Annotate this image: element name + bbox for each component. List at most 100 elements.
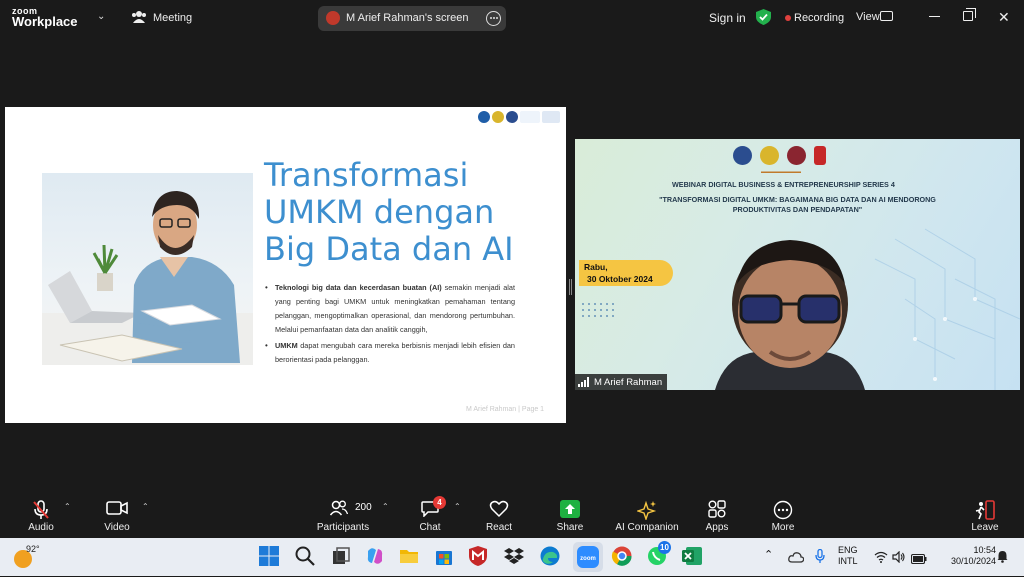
bullet-item: • Teknologi big data dan kecerdasan buat… (265, 281, 515, 337)
task-view-icon[interactable] (330, 545, 354, 569)
heart-icon (489, 500, 509, 518)
clock[interactable]: 10:54 30/10/2024 (940, 545, 996, 567)
more-dots-icon (773, 500, 793, 520)
telkom-logo (814, 146, 826, 165)
excel-icon[interactable] (681, 545, 705, 569)
bullet-text: UMKM dapat mengubah cara mereka berbisni… (275, 341, 515, 364)
react-button[interactable]: React (478, 490, 520, 538)
minimize-icon[interactable] (929, 16, 940, 18)
react-label: React (485, 522, 513, 533)
share-label: M Arief Rahman's screen (346, 12, 469, 24)
share-screen-icon (560, 500, 580, 518)
notification-bell-icon[interactable] (997, 550, 1008, 568)
ai-companion-label: AI Companion (615, 522, 679, 533)
shared-screen-slide: Transformasi UMKM dengan Big Data dan AI… (5, 107, 566, 423)
participants-button[interactable]: 200 Participants (312, 490, 374, 538)
bullet-dot: • (265, 341, 268, 350)
windows-start-icon[interactable] (258, 545, 282, 569)
video-label: Video (104, 522, 130, 533)
signal-strength-icon (578, 377, 589, 387)
chat-badge: 4 (433, 496, 446, 509)
more-button[interactable]: More (763, 490, 803, 538)
clock-time: 10:54 (973, 545, 996, 555)
partner-logo (506, 111, 518, 123)
edge-browser-icon[interactable] (539, 545, 563, 569)
apps-button[interactable]: Apps (697, 490, 737, 538)
leave-door-icon (975, 500, 995, 520)
participant-name-tag: M Arief Rahman (575, 374, 668, 390)
weather-temperature[interactable]: 92° (26, 544, 40, 554)
screen-share-indicator[interactable]: M Arief Rahman's screen (318, 6, 506, 31)
tut-wuri-logo (478, 111, 490, 123)
whatsapp-icon[interactable]: 10 (646, 541, 671, 569)
partner-logo (733, 146, 752, 165)
webinar-day: Rabu, (584, 262, 608, 272)
zoom-workplace-logo[interactable]: Workplace (12, 15, 78, 29)
webinar-topic: "TRANSFORMASI DIGITAL UMKM: BAGAIMANA BI… (659, 195, 936, 214)
more-options-icon[interactable] (486, 11, 501, 26)
video-button[interactable]: Video (94, 490, 140, 538)
participants-options-caret[interactable]: ⌃ (382, 502, 389, 511)
partner-logo (787, 146, 806, 165)
slide-title-line: Big Data dan AI (264, 230, 514, 268)
onedrive-cloud-icon[interactable] (788, 550, 805, 568)
audio-options-caret[interactable]: ⌃ (64, 502, 71, 511)
video-camera-icon (106, 501, 128, 515)
clock-date: 30/10/2024 (950, 556, 996, 566)
bullet-dot: • (265, 283, 268, 292)
participants-label: Participants (316, 522, 370, 533)
windows-taskbar: 92° zoom 10 ⌃ ENG INTL 10:54 30/10/2024 (0, 538, 1024, 576)
chrome-browser-icon[interactable] (611, 545, 635, 569)
meeting-label[interactable]: Meeting (153, 12, 192, 24)
recording-label[interactable]: Recording (794, 12, 844, 24)
keyboard-layout: INTL (838, 556, 858, 566)
split-resize-handle[interactable] (569, 279, 572, 295)
webinar-logos (733, 146, 826, 165)
search-icon[interactable] (294, 545, 318, 569)
copilot-icon[interactable] (364, 545, 388, 569)
mcafee-icon[interactable] (467, 545, 491, 569)
security-shield-icon[interactable] (756, 9, 771, 30)
participants-icon (330, 500, 348, 516)
zoom-app-icon[interactable]: zoom (573, 542, 603, 572)
ai-companion-button[interactable]: AI Companion (612, 490, 682, 538)
view-grid-icon[interactable] (880, 11, 893, 21)
bullet-item: • UMKM dapat mengubah cara mereka berbis… (265, 339, 515, 367)
recording-dot-icon (785, 15, 791, 21)
microsoft-store-icon[interactable] (433, 545, 457, 569)
meeting-info-icon[interactable] (131, 10, 147, 29)
bullet-text: Teknologi big data dan kecerdasan buatan… (275, 283, 516, 334)
sparkle-icon (637, 500, 657, 520)
participant-video-tile[interactable]: ▬▬▬▬▬▬▬▬ WEBINAR DIGITAL BUSINESS & ENTR… (575, 139, 1020, 390)
chat-options-caret[interactable]: ⌃ (454, 502, 461, 511)
chevron-down-icon[interactable]: ⌄ (97, 11, 105, 22)
decorative-dots (580, 301, 618, 319)
share-label: Share (556, 522, 584, 533)
wifi-icon[interactable] (874, 550, 888, 568)
audio-button[interactable]: Audio (18, 490, 64, 538)
input-language-indicator[interactable]: ENG INTL (838, 545, 858, 567)
language-code: ENG (838, 545, 858, 555)
slide-title-line: Transformasi (264, 156, 469, 194)
leave-button[interactable]: Leave (965, 490, 1005, 538)
file-explorer-icon[interactable] (398, 545, 422, 569)
university-seal-logo (760, 146, 779, 165)
video-options-caret[interactable]: ⌃ (142, 502, 149, 511)
tray-overflow-chevron[interactable]: ⌃ (764, 548, 773, 561)
chat-button[interactable]: 4 Chat (410, 490, 450, 538)
kampus-merdeka-logo (520, 111, 540, 123)
close-icon[interactable]: ✕ (998, 9, 1010, 26)
slide-logos (478, 111, 560, 123)
restore-icon[interactable] (963, 11, 973, 21)
sign-in-button[interactable]: Sign in (709, 11, 746, 25)
share-button[interactable]: Share (549, 490, 591, 538)
volume-icon[interactable] (892, 550, 906, 568)
dropbox-icon[interactable] (503, 545, 527, 569)
apps-label: Apps (705, 522, 729, 533)
slide-footer: M Arief Rahman | Page 1 (466, 406, 545, 413)
battery-icon[interactable] (910, 551, 927, 569)
view-button[interactable]: View (856, 11, 880, 23)
participant-video-feed (715, 240, 865, 390)
microphone-icon[interactable] (815, 548, 825, 569)
svg-text:zoom: zoom (580, 556, 596, 562)
